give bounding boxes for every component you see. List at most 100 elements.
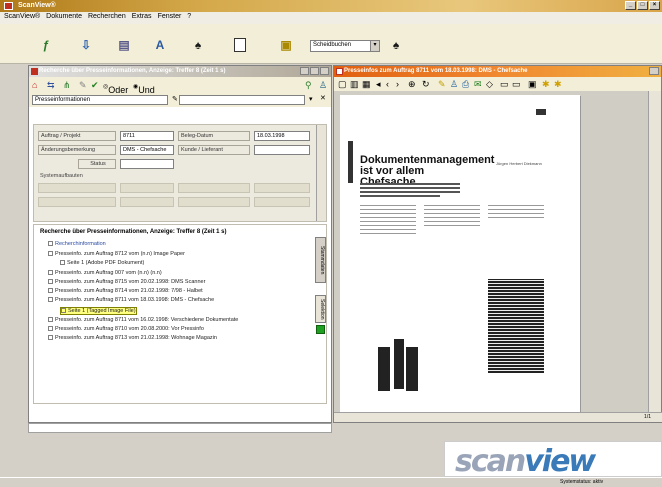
document-canvas[interactable]: Dokumentenmanagement ist vor allem Chefs…: [334, 91, 650, 413]
app-icon: [4, 2, 13, 10]
viewer-app-icon: [336, 68, 343, 75]
zoom-icon[interactable]: ⊕: [408, 79, 416, 89]
panel-maximize-button[interactable]: [310, 67, 319, 75]
anderung-field[interactable]: DMS - Chefsache: [120, 145, 174, 155]
close-button[interactable]: ×: [649, 1, 660, 10]
menu-dokumente[interactable]: Dokumente: [46, 13, 82, 24]
viewer-close-button[interactable]: [649, 67, 659, 75]
kunde-field[interactable]: [254, 145, 310, 155]
tree-item-info[interactable]: Recherchinformation: [48, 241, 106, 247]
stamp-icon[interactable]: ♙: [450, 79, 458, 89]
text-line: [360, 191, 460, 193]
node-icon: [48, 270, 53, 276]
fit-page-icon[interactable]: ▣: [528, 79, 537, 89]
secondary-combo[interactable]: [179, 95, 305, 105]
left-panel-hscroll[interactable]: [28, 423, 332, 433]
first-page-icon[interactable]: ◂: [376, 79, 381, 89]
rotate-icon[interactable]: ↻: [422, 79, 430, 89]
tree-item[interactable]: Presseinfo. zum Auftrag 8713 vom 21.02.1…: [48, 335, 217, 341]
radio-and[interactable]: ◉ Und: [133, 82, 155, 95]
next-page-icon[interactable]: ›: [396, 79, 399, 89]
viewer-scrollbar[interactable]: [648, 91, 661, 413]
category-combo[interactable]: Presseinformationen: [32, 95, 168, 105]
scanned-page: Dokumentenmanagement ist vor allem Chefs…: [340, 95, 580, 413]
dim-field-3: [120, 197, 174, 207]
minimize-button[interactable]: _: [625, 1, 636, 10]
clear-icon[interactable]: ✕: [320, 94, 326, 102]
annotate-icon[interactable]: ✎: [438, 79, 446, 89]
node-icon: [48, 297, 53, 303]
panel-close-button[interactable]: [320, 67, 329, 75]
belegdatum-field[interactable]: 18.03.1998: [254, 131, 310, 141]
form-scrollbar[interactable]: [316, 125, 326, 221]
text-line: [360, 217, 416, 218]
status-green-icon[interactable]: [316, 325, 325, 334]
prev-page-icon[interactable]: ‹: [386, 79, 389, 89]
menu-help[interactable]: ?: [187, 13, 191, 24]
tree-item[interactable]: Presseinfo. zum Auftrag 8710 vom 20.08.2…: [48, 326, 204, 332]
image-icon[interactable]: ▣: [278, 38, 294, 52]
page-view-icon[interactable]: ▢: [338, 79, 347, 89]
edit-pen-icon[interactable]: ✎: [172, 95, 178, 103]
panel-minimize-button[interactable]: [300, 67, 309, 75]
home-icon[interactable]: ⌂: [32, 80, 37, 90]
blank-document-icon[interactable]: [234, 38, 246, 52]
text-line: [424, 217, 480, 218]
menu-extras[interactable]: Extras: [132, 13, 152, 24]
status-field[interactable]: [120, 159, 174, 169]
binoculars-icon[interactable]: ♠: [388, 38, 404, 52]
dropdown-arrow-icon[interactable]: ▾: [309, 95, 313, 103]
filter-icon[interactable]: ⚲: [305, 80, 312, 90]
tree-item[interactable]: Presseinfo. zum Auftrag 8712 vom (n.n) I…: [48, 251, 185, 257]
tree-item[interactable]: Presseinfo. zum Auftrag 8711 vom 16.02.1…: [48, 317, 238, 323]
edit-icon[interactable]: ✎: [79, 80, 87, 90]
text-line: [488, 213, 544, 214]
dim-label-1: [38, 183, 116, 193]
menu-scanview[interactable]: ScanView®: [4, 13, 40, 24]
tree-icon[interactable]: ⋔: [63, 80, 71, 90]
print-icon[interactable]: ⎙: [462, 79, 469, 89]
dim-field-2: [254, 183, 310, 193]
anderung-label: Änderungsbemerkung: [38, 145, 116, 155]
scan-icon[interactable]: ƒ: [38, 38, 54, 52]
thumbnail-icon[interactable]: ▦: [362, 79, 371, 89]
belegdatum-label: Beleg-Datum: [178, 131, 250, 141]
binoculars-add-icon[interactable]: ♠: [190, 38, 206, 52]
chevron-down-icon: ▾: [370, 41, 379, 51]
tree-item[interactable]: Presseinfo. zum Auftrag 8715 vom 20.02.1…: [48, 279, 205, 285]
arrows-icon[interactable]: ⇆: [47, 80, 55, 90]
highlight-icon[interactable]: ◇: [486, 79, 493, 89]
node-icon: [48, 279, 53, 285]
main-toolbar: ƒ ⇩ ▤ A ♠ ▣ Scheidbuchen ▾ ♠: [0, 24, 662, 64]
scanview-logo: scanview: [444, 441, 662, 479]
check-icon[interactable]: ✔: [91, 80, 99, 90]
search-add-icon[interactable]: A: [152, 38, 168, 52]
search-panel-title: Recherche über Presseinformationen, Anze…: [39, 68, 226, 74]
sun-icon[interactable]: ✱: [542, 79, 550, 89]
select-icon[interactable]: ▭: [500, 79, 509, 89]
maximize-button[interactable]: □: [637, 1, 648, 10]
viewer-toolbar: ▢ ▥ ▦ ◂ ‹ › ⊕ ↻ ✎ ♙ ⎙ ✉ ◇ ▭ ▭ ▣ ✱ ✱: [334, 77, 661, 91]
menu-recherchen[interactable]: Recherchen: [88, 13, 126, 24]
tree-item-selected-page[interactable]: Seite 1 (Tagged Image File): [60, 307, 137, 315]
copy-icon[interactable]: ▭: [512, 79, 521, 89]
text-line: [424, 205, 480, 206]
archive-icon[interactable]: ▤: [116, 38, 132, 52]
tree-item[interactable]: Presseinfo. zum Auftrag 007 vom (n.n) (n…: [48, 270, 162, 276]
star-icon[interactable]: ✱: [554, 79, 562, 89]
radio-or[interactable]: ◎ Oder: [103, 82, 128, 95]
menu-fenster[interactable]: Fenster: [158, 13, 182, 24]
auftrag-field[interactable]: 8711: [120, 131, 174, 141]
import-icon[interactable]: ⇩: [78, 38, 94, 52]
two-page-icon[interactable]: ▥: [350, 79, 359, 89]
tab-stammdaten[interactable]: Stammdaten: [315, 237, 326, 283]
mail-icon[interactable]: ✉: [474, 79, 482, 89]
logo-part-scan: scan: [455, 444, 526, 479]
tree-item[interactable]: Presseinfo. zum Auftrag 8711 vom 18.03.1…: [48, 297, 214, 303]
tree-item[interactable]: Presseinfo. zum Auftrag 8714 vom 21.02.1…: [48, 288, 203, 294]
person-icon[interactable]: ♙: [319, 80, 327, 90]
tab-selektion[interactable]: Selektion: [315, 295, 326, 323]
tree-item-page[interactable]: Seite 1 (Adobe PDF Dokument): [60, 260, 144, 266]
profile-select[interactable]: Scheidbuchen ▾: [310, 40, 380, 52]
window-titlebar: ScanView® _ □ ×: [0, 0, 662, 12]
